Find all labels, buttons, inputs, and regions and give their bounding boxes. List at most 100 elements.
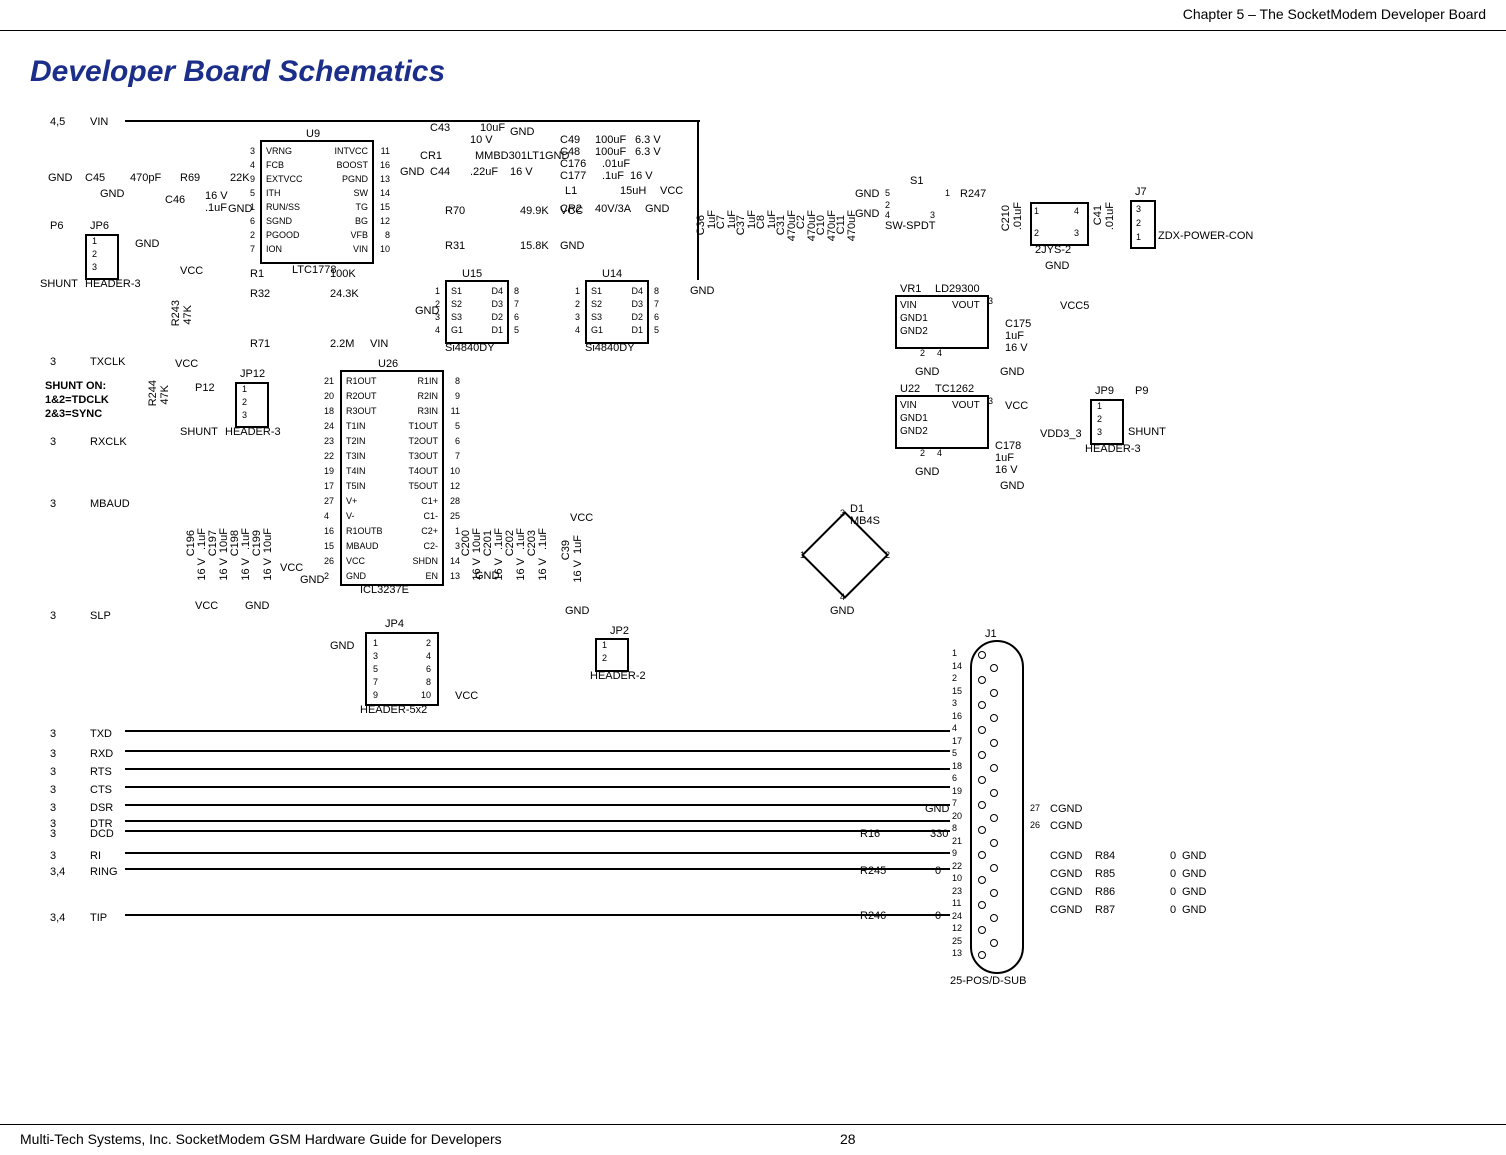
u22-rp: 3 [988,396,993,406]
d1-shape [800,510,890,600]
net-cgnd-R86: CGND [1050,886,1082,898]
c199-val: 10uF [262,528,274,553]
r245-ref: R245 [860,865,886,877]
net-gnd-jp4: GND [330,640,354,652]
c49-ref: C49 [560,134,580,146]
r245-val: 0 [935,865,941,877]
net-vcc-c39: VCC [570,512,593,524]
r243-ref: R243 [170,300,182,326]
sig-pin-SLP: 3 [50,610,56,622]
wire-serial-bus-8 [125,852,950,854]
jp12-p2: 2 [242,397,247,407]
d1-p2: 2 [885,550,890,560]
u22-bp2: 2 [920,448,925,458]
c177-volt: 16 V [630,170,653,182]
j1-part: 25-POS/D-SUB [950,975,1026,987]
c203-val: .1uF [537,528,549,550]
c39-val: 1uF [572,535,584,554]
sig-name-RXD: RXD [90,748,113,760]
s1-ref: S1 [910,175,923,187]
net-gnd-s1a: GND [855,188,879,200]
s1-p4: 4 [885,210,890,220]
sig-pin-DSR: 3 [50,802,56,814]
u26-part: ICL3237E [360,584,409,596]
chapter-label: Chapter 5 – The SocketModem Developer Bo… [1183,6,1486,22]
sig-pin-DCD: 3 [50,828,56,840]
p6-ref: P6 [50,220,63,232]
sig-pin-RI: 3 [50,850,56,862]
c43-volt: 10 V [470,134,493,146]
net-gnd-R84: GND [1182,850,1206,862]
sig-pin-TIP: 3,4 [50,912,65,924]
jp4-part: HEADER-5x2 [360,704,427,716]
s1-p5: 5 [885,188,890,198]
r1-ref: R1 [250,268,264,280]
jp2-p2: 2 [602,653,607,663]
jys-p1: 1 [1034,206,1039,216]
net-gnd-vr1: GND [915,366,939,378]
c196-volt: 16 V [196,558,208,581]
c200-volt: 16 V [471,558,483,581]
page-footer: Multi-Tech Systems, Inc. SocketModem GSM… [0,1124,1506,1155]
c178-ref: C178 [995,440,1021,452]
net-gnd-R86: GND [1182,886,1206,898]
net-gnd-u26l: GND [300,574,324,586]
net-gnd-R87: GND [1182,904,1206,916]
net-gnd-cr2: GND [645,203,669,215]
c43-val: 10uF [480,122,505,134]
R85-val: 0 [1170,868,1176,880]
shunt-note-2: 1&2=TDCLK [45,394,109,406]
u22-g1: GND1 [900,413,928,424]
c203-volt: 16 V [537,558,549,581]
net-cgnd-27: CGND [1050,803,1082,815]
net-vcc-r244: VCC [175,358,198,370]
net-gnd-3: GND [228,203,252,215]
vr1-vin: VIN [900,300,917,311]
jp6-body [85,234,119,280]
c175-val: 1uF [1005,330,1024,342]
cr2-ref: CR2 [560,203,582,215]
R86-val: 0 [1170,886,1176,898]
wire-serial-bus-2 [125,750,950,752]
j7-part: ZDX-POWER-CON [1158,230,1253,242]
j7-p2: 2 [1136,218,1141,228]
R86-ref: R86 [1095,886,1115,898]
ic-u14: 1S12S23S34G18D47D36D25D1 [585,280,649,344]
c44-val: .22uF [470,166,498,178]
c46-volt: 16 V [205,190,228,202]
r71-val: 2.2M [330,338,354,350]
jp2-ref: JP2 [610,625,629,637]
r244-val: 47K [159,385,171,405]
net-gnd-d1: GND [830,605,854,617]
wire-serial-bus-5 [125,804,950,806]
jp12-p3: 3 [242,410,247,420]
sig-name-TXCLK: TXCLK [90,356,125,368]
p12-part: SHUNT [180,426,218,438]
shunt-note-3: 2&3=SYNC [45,408,102,420]
jp6-ref: JP6 [90,220,109,232]
sig-pin-CTS: 3 [50,784,56,796]
vr1-g2: GND2 [900,326,928,337]
r31-ref: R31 [445,240,465,252]
net-gnd-2: GND [100,188,124,200]
wire-serial-bus-9 [125,868,950,870]
d1-p4: 4 [840,592,845,602]
s1-part: SW-SPDT [885,220,936,232]
jp9-part: HEADER-3 [1085,443,1141,455]
r246-ref: R246 [860,910,886,922]
net-gnd-cr1: GND [400,166,424,178]
net-gnd-jys: GND [1045,260,1069,272]
sig-name-RI: RI [90,850,101,862]
R84-val: 0 [1170,850,1176,862]
net-gnd-caps-l: GND [245,600,269,612]
wire-serial-bus-7 [125,830,950,832]
net-gnd-jp6: GND [135,238,159,250]
c210-val: .01uF [1012,202,1024,230]
net-vcc-u22: VCC [1005,400,1028,412]
wire-serial-bus-1 [125,730,950,732]
sig-name-TIP: TIP [90,912,107,924]
R85-ref: R85 [1095,868,1115,880]
r70-val: 49.9K [520,205,549,217]
r69-val: 22K [230,172,250,184]
cr1-val: MMBD301LT1 [475,150,545,162]
